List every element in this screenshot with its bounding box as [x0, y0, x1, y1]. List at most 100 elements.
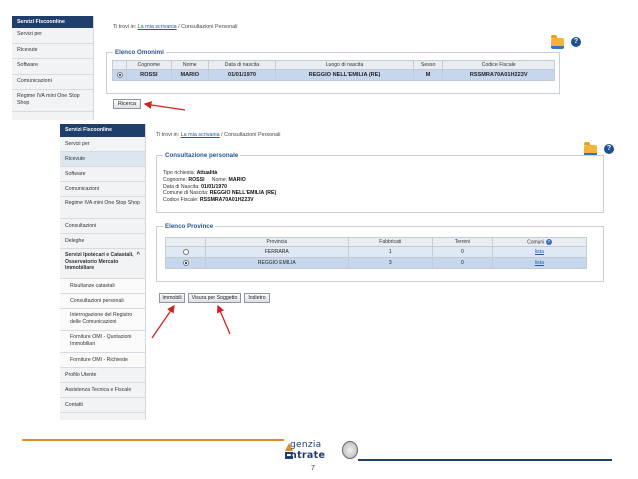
lista-link[interactable]: lista	[535, 249, 544, 255]
col-header-codice-fiscale: Codice Fiscale	[442, 60, 555, 70]
row-radio[interactable]	[182, 259, 189, 266]
sidebar-subitem-registro-comunicazioni[interactable]: Interrogazione del Registro delle Comuni…	[60, 309, 145, 331]
breadcrumb-link[interactable]: La mia scrivania	[138, 24, 177, 30]
breadcrumb-current: Consultazioni Personali	[224, 132, 281, 138]
cell-luogo-nascita: REGGIO NELL'EMILIA (RE)	[275, 69, 414, 81]
help-icon[interactable]: ?	[545, 238, 552, 245]
sidebar-item-servizi[interactable]: Servizi per	[12, 28, 93, 44]
sidebar-item-regime-iva[interactable]: Regime IVA mini One Stop Shop	[60, 197, 145, 219]
col-header-select	[112, 60, 127, 70]
consultazione-personale-legend: Consultazione personale	[163, 152, 241, 159]
sidebar-subitem-consultazioni-personali[interactable]: Consultazioni personali	[60, 294, 145, 309]
sidebar-item-ricevute[interactable]: Ricevute	[12, 44, 93, 59]
cell-data-nascita: 01/01/1970	[207, 69, 277, 81]
row-radio[interactable]	[116, 71, 123, 78]
col-header-terreni: Terreni	[431, 237, 493, 247]
cell-fabbricati: 3	[347, 257, 433, 269]
table-row[interactable]: REGGIO EMILIA 3 0 lista	[165, 257, 588, 269]
col-header-nome: Nome	[170, 60, 209, 70]
row-radio-cell[interactable]	[165, 246, 206, 258]
col-header-comuni: Comuni ?	[491, 237, 588, 247]
table-row[interactable]: ROSSI MARIO 01/01/1970 REGGIO NELL'EMILI…	[112, 69, 555, 81]
breadcrumb-main: Ti trovi in: La mia scrivania / Consulta…	[156, 132, 280, 138]
tipo-richiesta-label: Tipo richiesta:	[163, 170, 196, 176]
row-radio-cell[interactable]	[112, 69, 127, 81]
help-icon[interactable]: ?	[571, 37, 581, 47]
immobili-button[interactable]: Immobili	[159, 293, 185, 303]
elenco-province-panel: Elenco Province Provincia Fabbricati Ter…	[156, 223, 604, 282]
col-header-sesso: Sesso	[412, 60, 444, 70]
sidebar-item-contatti[interactable]: Contatti	[60, 398, 145, 413]
cell-comuni: lista	[491, 246, 588, 258]
consultazione-personale-panel: Consultazione personale Tipo richiesta: …	[156, 152, 604, 213]
agenzia-entrate-logo: genzia ntrate	[284, 440, 364, 466]
folder-icon[interactable]	[551, 35, 564, 49]
cell-nome: MARIO	[170, 69, 209, 81]
sidebar-item-consultazioni[interactable]: Consultazioni	[60, 219, 145, 234]
cognome-label: Cognome:	[163, 176, 187, 183]
table-header-row: Provincia Fabbricati Terreni Comuni ?	[165, 237, 588, 247]
annotation-arrow	[216, 304, 231, 335]
cell-provincia: FERRARA	[205, 246, 349, 258]
cell-provincia: REGGIO EMILIA	[205, 257, 349, 269]
breadcrumb-link[interactable]: La mia scrivania	[181, 132, 220, 138]
annotation-arrow	[151, 304, 175, 339]
lista-link[interactable]: lista	[535, 260, 544, 266]
breadcrumb-sep: /	[178, 24, 180, 30]
visura-per-soggetto-button[interactable]: Visura per Soggetto	[188, 293, 241, 303]
comune-nascita-value: REGGIO NELL'EMILIA (RE)	[209, 190, 277, 197]
sidebar-item-software[interactable]: Software	[60, 167, 145, 182]
col-header-luogo-nascita: Luogo di nascita	[275, 60, 414, 70]
breadcrumb-prefix: Ti trovi in:	[113, 24, 137, 30]
footer-divider-left	[22, 439, 284, 441]
breadcrumb-current: Consultazioni Personali	[181, 24, 238, 30]
data-nascita-value: 01/01/1970	[201, 183, 228, 190]
breadcrumb-prefix: Ti trovi in:	[156, 132, 180, 138]
indietro-button[interactable]: Indietro	[244, 293, 270, 303]
omonimi-table: Cognome Nome Data di nascita Luogo di na…	[112, 60, 555, 81]
sidebar-item-comunicazioni[interactable]: Comunicazioni	[60, 182, 145, 197]
row-radio[interactable]	[182, 248, 189, 255]
cell-sesso: M	[412, 69, 444, 81]
sidebar-subitem-forniture-richieste[interactable]: Forniture OMI - Richieste	[60, 353, 145, 368]
province-table: Provincia Fabbricati Terreni Comuni ? FE…	[165, 237, 588, 269]
tipo-richiesta-value: Attualità	[196, 170, 218, 176]
nome-value: MARIO	[228, 176, 246, 183]
cell-fabbricati: 1	[347, 246, 433, 258]
row-radio-cell[interactable]	[165, 257, 206, 269]
sidebar-item-ricevute[interactable]: Ricevute	[60, 152, 145, 167]
breadcrumb-top: Ti trovi in: La mia scrivania / Consulta…	[113, 24, 237, 30]
sidebar-item-servizi-ipotecari[interactable]: ^ Servizi Ipotecari e Catastali, Osserva…	[60, 249, 145, 279]
sidebar-subitem-risultanze[interactable]: Risultanze catastali	[60, 279, 145, 294]
col-header-provincia: Provincia	[205, 237, 349, 247]
col-header-data-nascita: Data di nascita	[207, 60, 277, 70]
sidebar-item-regime-iva[interactable]: Regime IVA mini One Stop Shop	[12, 90, 93, 112]
table-header-row: Cognome Nome Data di nascita Luogo di na…	[112, 60, 555, 70]
cell-codice-fiscale: RSSMRA70A01H223V	[442, 69, 555, 81]
sidebar-item-deleghe[interactable]: Deleghe	[60, 234, 145, 249]
sidebar-item-comunicazioni[interactable]: Comunicazioni	[12, 75, 93, 90]
personal-details: Tipo richiesta: Attualità Cognome: ROSSI…	[163, 170, 276, 204]
sidebar-main: Servizi Fiscoonline Servizi per Ricevute…	[60, 124, 146, 420]
nome-label: Nome:	[211, 176, 228, 183]
help-icon[interactable]: ?	[604, 144, 614, 154]
cognome-value: ROSSI	[188, 176, 205, 183]
sidebar-subitem-forniture-quotazioni[interactable]: Forniture OMI - Quotazioni Immobiliari	[60, 331, 145, 353]
codice-fiscale-label: Codice Fiscale:	[163, 197, 199, 204]
chevron-up-icon[interactable]: ^	[136, 252, 140, 260]
sidebar-item-software[interactable]: Software	[12, 59, 93, 75]
page-number: 7	[311, 465, 315, 472]
ricerca-button[interactable]: Ricerca	[113, 99, 141, 109]
codice-fiscale-value: RSSMRA70A01H223V	[199, 197, 254, 204]
logo-line-2: ntrate	[290, 450, 326, 461]
elenco-province-legend: Elenco Province	[163, 223, 216, 230]
sidebar-title: Servizi Fiscoonline	[12, 16, 93, 28]
footer-divider-right	[358, 459, 612, 461]
col-header-fabbricati: Fabbricati	[347, 237, 433, 247]
table-row[interactable]: FERRARA 1 0 lista	[165, 246, 588, 258]
cell-cognome: ROSSI	[126, 69, 172, 81]
sidebar-item-assistenza[interactable]: Assistenza Tecnica e Fiscale	[60, 383, 145, 398]
sidebar-item-profilo-utente[interactable]: Profilo Utente	[60, 368, 145, 383]
sidebar-item-servizi[interactable]: Servizi per	[60, 137, 145, 152]
logo-line-1: genzia	[290, 440, 322, 450]
